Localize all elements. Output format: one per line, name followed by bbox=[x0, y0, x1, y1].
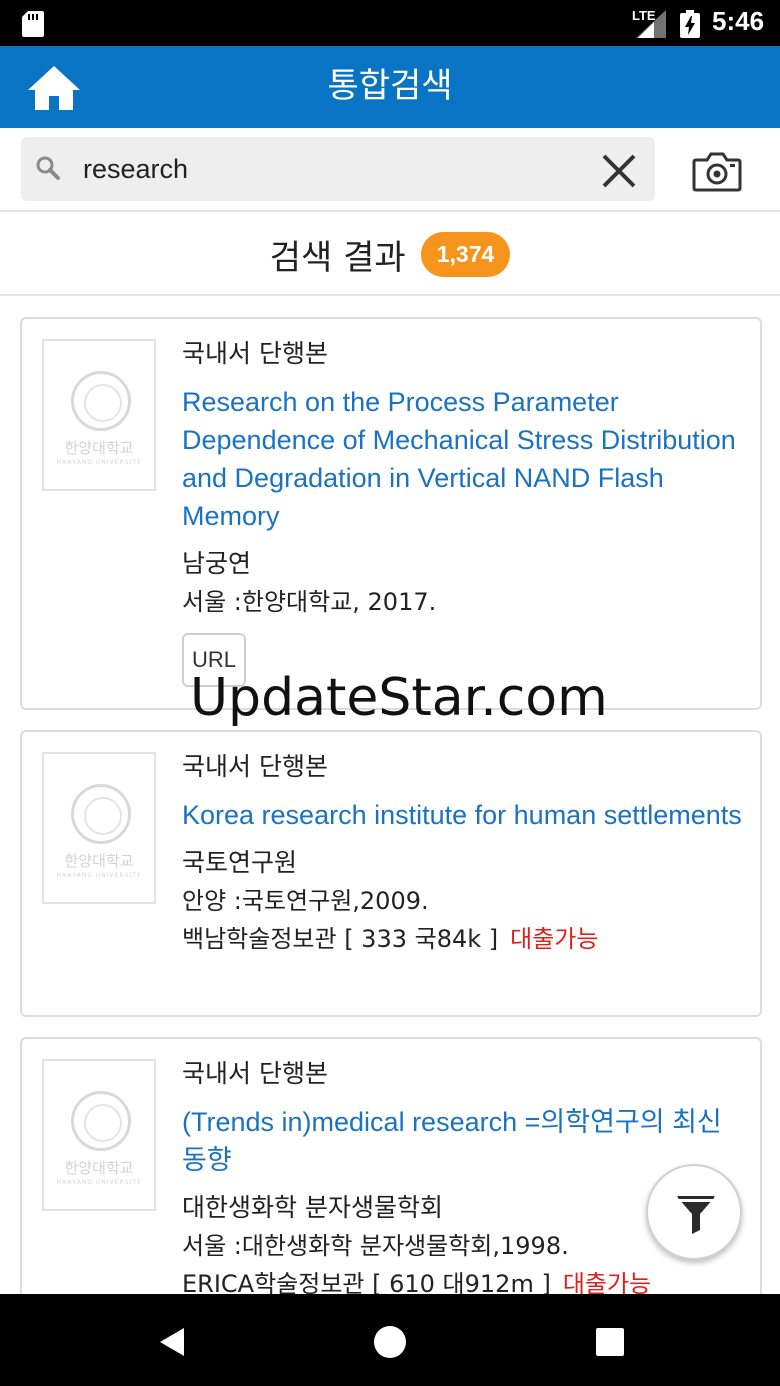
thumbnail-university-name: 한양대학교 bbox=[64, 1159, 134, 1177]
thumbnail-university-name-en: HANYANG UNIVERSITY bbox=[56, 1179, 142, 1186]
search-input[interactable] bbox=[83, 147, 563, 191]
back-icon[interactable] bbox=[152, 1322, 192, 1362]
item-type: 국내서 단행본 bbox=[182, 339, 328, 368]
search-box bbox=[21, 137, 655, 201]
camera-icon[interactable] bbox=[692, 152, 742, 192]
result-card[interactable]: 한양대학교 HANYANG UNIVERSITY 국내서 단행본 (Trends… bbox=[20, 1037, 762, 1337]
university-seal-icon bbox=[71, 1091, 131, 1151]
item-title-link[interactable]: Research on the Process Parameter Depend… bbox=[182, 383, 742, 535]
recents-icon[interactable] bbox=[590, 1322, 630, 1362]
item-publication: 안양 :국토연구원,2009. bbox=[182, 887, 429, 915]
page-title: 통합검색 bbox=[327, 66, 453, 106]
filter-icon bbox=[677, 1196, 715, 1234]
item-holding: 백남학술정보관 [ 333 국84k ] 대출가능 bbox=[182, 920, 742, 958]
item-title-link[interactable]: (Trends in)medical research =의학연구의 최신동향 bbox=[182, 1103, 742, 1179]
system-nav-bar bbox=[0, 1294, 780, 1386]
signal-icon bbox=[636, 10, 666, 38]
item-author: 국토연구원 bbox=[182, 848, 298, 877]
thumbnail-university-name: 한양대학교 bbox=[64, 852, 134, 870]
item-type: 국내서 단행본 bbox=[182, 752, 328, 781]
item-publication: 서울 :한양대학교, 2017. bbox=[182, 588, 437, 616]
item-type: 국내서 단행본 bbox=[182, 1059, 328, 1088]
book-thumbnail: 한양대학교 HANYANG UNIVERSITY bbox=[42, 1059, 156, 1211]
book-thumbnail: 한양대학교 HANYANG UNIVERSITY bbox=[42, 339, 156, 491]
sd-card-icon bbox=[22, 11, 44, 37]
home-circle-icon[interactable] bbox=[370, 1322, 410, 1362]
filter-button[interactable] bbox=[646, 1164, 742, 1260]
app-bar: 통합검색 bbox=[0, 46, 780, 128]
university-seal-icon bbox=[71, 784, 131, 844]
battery-charging-icon bbox=[680, 10, 700, 38]
book-thumbnail: 한양대학교 HANYANG UNIVERSITY bbox=[42, 752, 156, 904]
university-seal-icon bbox=[71, 371, 131, 431]
search-bar bbox=[0, 128, 780, 212]
clock: 5:46 bbox=[712, 6, 765, 36]
thumbnail-university-name: 한양대학교 bbox=[64, 439, 134, 457]
search-icon bbox=[36, 156, 60, 180]
results-header: 검색 결과 1,374 bbox=[0, 212, 780, 296]
home-icon[interactable] bbox=[28, 64, 80, 112]
results-count-badge: 1,374 bbox=[420, 232, 511, 277]
results-label: 검색 결과 bbox=[269, 238, 406, 278]
item-title-link[interactable]: Korea research institute for human settl… bbox=[182, 796, 742, 834]
result-card[interactable]: 한양대학교 HANYANG UNIVERSITY 국내서 단행본 Korea r… bbox=[20, 730, 762, 1017]
thumbnail-university-name-en: HANYANG UNIVERSITY bbox=[56, 872, 142, 879]
result-card[interactable]: 한양대학교 HANYANG UNIVERSITY 국내서 단행본 Researc… bbox=[20, 317, 762, 710]
watermark: UpdateStar.com bbox=[190, 668, 608, 728]
status-bar: LTE 5:46 bbox=[0, 0, 780, 46]
thumbnail-university-name-en: HANYANG UNIVERSITY bbox=[56, 459, 142, 466]
availability-status: 대출가능 bbox=[510, 925, 599, 953]
close-icon[interactable] bbox=[599, 151, 639, 191]
holding-location: 백남학술정보관 [ 333 국84k ] bbox=[182, 925, 499, 953]
item-author: 남궁연 bbox=[182, 549, 252, 578]
